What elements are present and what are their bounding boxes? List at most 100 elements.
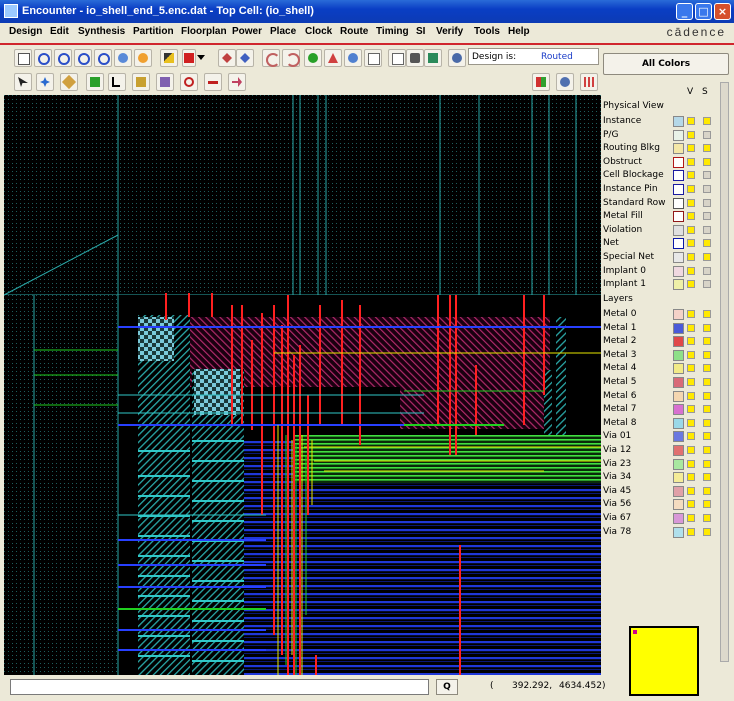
layer-row-via-78[interactable]: Via 78 bbox=[603, 526, 719, 539]
color-swatch[interactable] bbox=[673, 390, 684, 402]
query-button[interactable]: Q bbox=[436, 679, 458, 695]
visible-checkbox[interactable] bbox=[687, 144, 695, 153]
selectable-checkbox[interactable] bbox=[703, 364, 711, 373]
redraw-icon[interactable] bbox=[114, 49, 132, 67]
layer-row-metal-7[interactable]: Metal 7 bbox=[603, 403, 719, 416]
visible-checkbox[interactable] bbox=[687, 280, 695, 289]
layer-row-implant-0[interactable]: Implant 0 bbox=[603, 265, 719, 278]
selectable-checkbox[interactable] bbox=[703, 280, 711, 289]
edit-icon[interactable] bbox=[160, 49, 178, 67]
selectable-checkbox[interactable] bbox=[703, 337, 711, 346]
color-swatch[interactable] bbox=[673, 363, 684, 375]
layer-map-icon[interactable] bbox=[532, 73, 550, 91]
layer-row-instance[interactable]: Instance bbox=[603, 115, 719, 128]
color-swatch[interactable] bbox=[673, 211, 684, 223]
refresh-icon[interactable] bbox=[134, 49, 152, 67]
color-swatch[interactable] bbox=[673, 445, 684, 456]
search-net-icon[interactable] bbox=[556, 73, 574, 91]
redo-icon[interactable] bbox=[282, 49, 300, 67]
layer-row-via-56[interactable]: Via 56 bbox=[603, 498, 719, 511]
selectable-checkbox[interactable] bbox=[703, 117, 711, 125]
green-box-icon[interactable] bbox=[86, 73, 104, 91]
visible-checkbox[interactable] bbox=[687, 157, 695, 166]
visible-checkbox[interactable] bbox=[687, 446, 695, 454]
layer-row-routing-blkg[interactable]: Routing Blkg bbox=[603, 142, 719, 155]
layer-row-p-g[interactable]: P/G bbox=[603, 129, 719, 142]
add-icon[interactable] bbox=[132, 73, 150, 91]
zoom-in-icon[interactable] bbox=[34, 49, 52, 67]
menu-timing[interactable]: Timing bbox=[376, 26, 409, 37]
color-swatch[interactable] bbox=[673, 224, 684, 236]
menu-floorplan[interactable]: Floorplan bbox=[181, 26, 227, 37]
selectable-checkbox[interactable] bbox=[703, 310, 711, 318]
highlight-icon[interactable] bbox=[156, 73, 174, 91]
color-swatch[interactable] bbox=[673, 472, 684, 484]
layout-canvas[interactable] bbox=[4, 95, 601, 675]
color-swatch[interactable] bbox=[673, 431, 684, 443]
selectable-checkbox[interactable] bbox=[703, 171, 711, 180]
color-swatch[interactable] bbox=[673, 197, 684, 209]
command-input[interactable] bbox=[10, 679, 429, 695]
visible-checkbox[interactable] bbox=[687, 130, 695, 139]
color-swatch[interactable] bbox=[673, 116, 684, 127]
color-swatch[interactable] bbox=[673, 170, 684, 182]
panel-scrollbar[interactable] bbox=[720, 82, 729, 662]
menu-verify[interactable]: Verify bbox=[436, 26, 463, 37]
layer-row-instance-pin[interactable]: Instance Pin bbox=[603, 183, 719, 196]
visible-checkbox[interactable] bbox=[687, 486, 695, 495]
layer-row-obstruct[interactable]: Obstruct bbox=[603, 156, 719, 169]
layer-row-metal-fill[interactable]: Metal Fill bbox=[603, 210, 719, 223]
layer-row-violation[interactable]: Violation bbox=[603, 224, 719, 237]
layer-row-via-12[interactable]: Via 12 bbox=[603, 444, 719, 457]
layer-row-metal-8[interactable]: Metal 8 bbox=[603, 417, 719, 430]
visible-checkbox[interactable] bbox=[687, 253, 695, 261]
visible-checkbox[interactable] bbox=[687, 239, 695, 248]
select-arrow-icon[interactable] bbox=[14, 73, 32, 91]
visible-checkbox[interactable] bbox=[687, 500, 695, 509]
selectable-checkbox[interactable] bbox=[703, 391, 711, 400]
zoom-out-icon[interactable] bbox=[54, 49, 72, 67]
display-grid-icon[interactable] bbox=[580, 73, 598, 91]
color-swatch[interactable] bbox=[673, 499, 684, 511]
menu-help[interactable]: Help bbox=[508, 26, 530, 37]
selectable-checkbox[interactable] bbox=[703, 253, 711, 261]
hierarchy-icon[interactable] bbox=[324, 49, 342, 67]
selectable-checkbox[interactable] bbox=[703, 198, 711, 207]
layer-row-via-23[interactable]: Via 23 bbox=[603, 458, 719, 471]
visible-checkbox[interactable] bbox=[687, 432, 695, 441]
minimize-button[interactable]: _ bbox=[676, 3, 693, 20]
layer-row-metal-1[interactable]: Metal 1 bbox=[603, 322, 719, 335]
color-swatch[interactable] bbox=[673, 404, 684, 416]
visible-checkbox[interactable] bbox=[687, 364, 695, 373]
selectable-checkbox[interactable] bbox=[703, 514, 711, 522]
menu-synthesis[interactable]: Synthesis bbox=[78, 26, 125, 37]
color-swatch[interactable] bbox=[673, 238, 684, 250]
selectable-checkbox[interactable] bbox=[703, 350, 711, 359]
color-swatch[interactable] bbox=[673, 156, 684, 168]
color-swatch[interactable] bbox=[673, 252, 684, 263]
layer-row-via-34[interactable]: Via 34 bbox=[603, 471, 719, 484]
visible-checkbox[interactable] bbox=[687, 198, 695, 207]
visible-checkbox[interactable] bbox=[687, 266, 695, 275]
color-swatch[interactable] bbox=[673, 417, 684, 429]
color-swatch[interactable] bbox=[673, 309, 684, 320]
settings-icon[interactable] bbox=[448, 49, 466, 67]
undo-icon[interactable] bbox=[262, 49, 280, 67]
dropdown-arrow-icon[interactable] bbox=[196, 49, 208, 67]
close-button[interactable]: × bbox=[714, 3, 731, 20]
info-icon[interactable] bbox=[344, 49, 362, 67]
menu-route[interactable]: Route bbox=[340, 26, 368, 37]
zoom-area-icon[interactable] bbox=[74, 49, 92, 67]
visible-checkbox[interactable] bbox=[687, 527, 695, 536]
color-swatch[interactable] bbox=[673, 279, 684, 291]
ruler-icon[interactable] bbox=[60, 73, 78, 91]
color-swatch[interactable] bbox=[673, 485, 684, 497]
visible-checkbox[interactable] bbox=[687, 391, 695, 400]
move-icon[interactable] bbox=[218, 49, 236, 67]
layer-row-standard-row[interactable]: Standard Row bbox=[603, 197, 719, 210]
wire-icon[interactable] bbox=[108, 73, 126, 91]
menu-si[interactable]: SI bbox=[416, 26, 425, 37]
selectable-checkbox[interactable] bbox=[703, 459, 711, 468]
color-swatch[interactable] bbox=[673, 526, 684, 538]
selectable-checkbox[interactable] bbox=[703, 446, 711, 454]
